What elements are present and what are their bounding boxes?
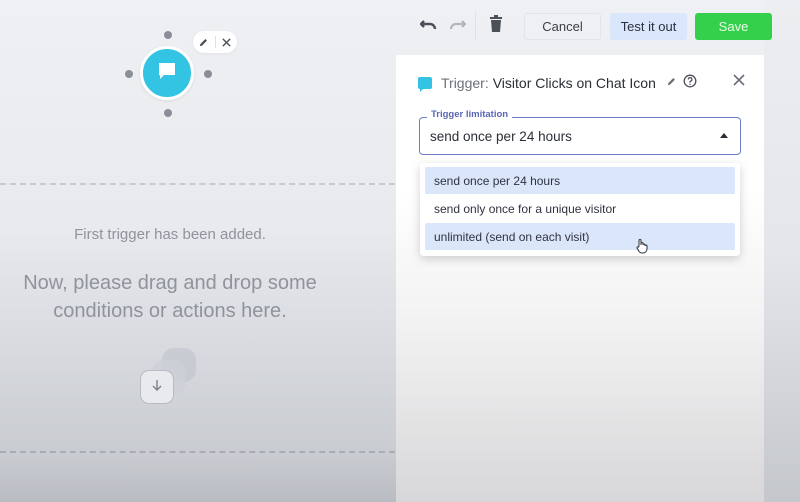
drop-zone-bottom-border (0, 451, 395, 453)
trigger-limitation-select[interactable]: send once per 24 hours (419, 117, 741, 155)
pencil-icon[interactable] (666, 74, 677, 92)
option-once-per-24-hours[interactable]: send once per 24 hours (425, 167, 735, 194)
cancel-button[interactable]: Cancel (524, 12, 601, 40)
delete-button[interactable] (482, 12, 510, 40)
connector-handle-right[interactable] (204, 70, 212, 78)
select-label: Trigger limitation (427, 109, 513, 120)
select-value: send once per 24 hours (430, 128, 572, 144)
redo-button[interactable] (443, 12, 471, 40)
top-toolbar: Cancel Test it out Save (415, 12, 772, 40)
panel-header: Trigger: Visitor Clicks on Chat Icon (418, 73, 746, 93)
empty-state: First trigger has been added. Now, pleas… (0, 226, 340, 325)
trash-icon (489, 15, 503, 37)
hand-cursor-icon (635, 238, 649, 259)
toolbar-divider (475, 12, 476, 40)
tool-divider (214, 36, 216, 48)
drop-target[interactable] (140, 348, 200, 408)
option-unlimited[interactable]: unlimited (send on each visit) (425, 223, 735, 250)
caret-up-icon (720, 133, 728, 138)
trigger-name: Visitor Clicks on Chat Icon (492, 75, 656, 91)
connector-handle-bottom[interactable] (164, 109, 172, 117)
trigger-node[interactable] (140, 46, 194, 100)
trigger-prefix: Trigger: (441, 75, 489, 91)
first-trigger-message: First trigger has been added. (74, 226, 266, 243)
chat-bubble-icon (156, 60, 178, 87)
close-panel-button[interactable] (732, 73, 746, 92)
redo-icon (448, 17, 467, 35)
save-button[interactable]: Save (695, 12, 772, 40)
option-once-unique-visitor[interactable]: send only once for a unique visitor (425, 195, 735, 222)
drop-button[interactable] (140, 370, 174, 404)
connector-handle-top[interactable] (164, 31, 172, 39)
test-it-out-button[interactable]: Test it out (610, 12, 687, 40)
chat-bubble-icon (418, 77, 432, 92)
close-icon[interactable] (220, 35, 234, 49)
help-icon[interactable] (683, 74, 697, 93)
undo-icon (419, 17, 438, 35)
right-scroll-area (764, 0, 800, 502)
arrow-down-icon (150, 378, 164, 397)
node-toolbar (193, 31, 237, 53)
drop-zone-top-border (0, 183, 395, 185)
trigger-limitation-options: send once per 24 hours send only once fo… (420, 163, 740, 256)
drag-drop-instruction: Now, please drag and drop some condition… (23, 272, 317, 322)
undo-button[interactable] (415, 12, 443, 40)
pencil-icon[interactable] (197, 35, 211, 49)
connector-handle-left[interactable] (125, 70, 133, 78)
trigger-settings-panel: Trigger: Visitor Clicks on Chat Icon sen… (396, 55, 764, 502)
